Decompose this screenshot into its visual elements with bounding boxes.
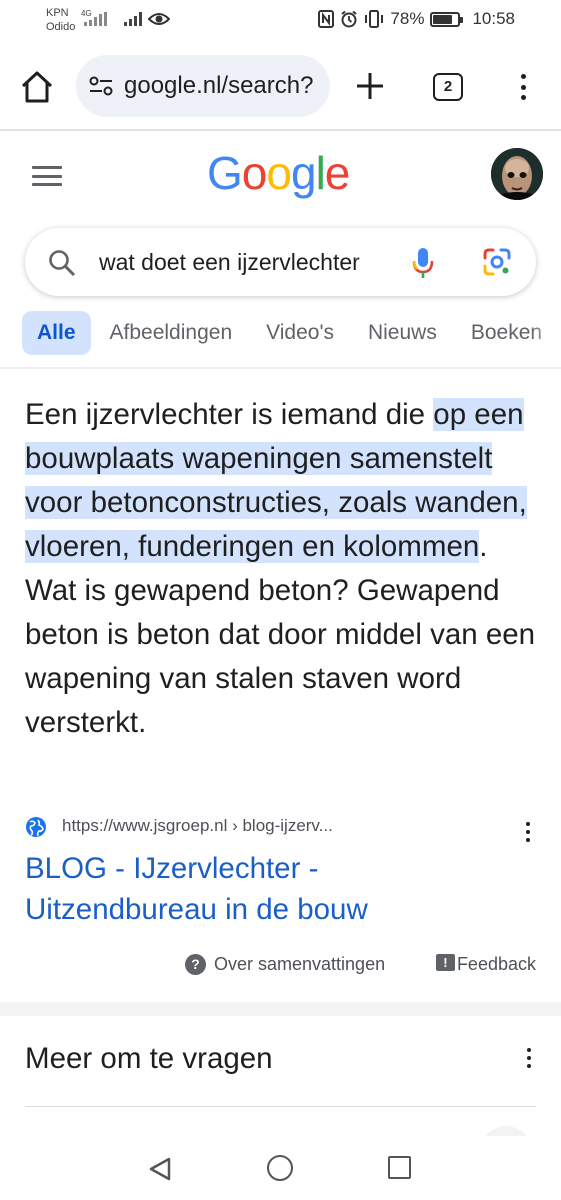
chips-divider [0,367,561,369]
feedback-button[interactable]: ! Feedback [435,954,536,975]
google-lens-icon[interactable] [482,247,512,277]
toolbar-divider [0,129,561,131]
filter-chip-alle[interactable]: Alle [22,311,91,355]
navigation-bar [0,1136,561,1200]
search-box[interactable]: wat doet een ijzervlechter [25,228,536,296]
hamburger-menu-icon[interactable] [32,166,62,186]
network-type-label: 4G [81,9,92,18]
people-also-ask-title: Meer om te vragen [25,1042,273,1075]
plus-icon[interactable] [354,70,386,102]
logo-letter: l [315,147,326,199]
avatar[interactable] [491,148,543,200]
filter-chip-afbeeldingen[interactable]: Afbeeldingen [95,311,248,355]
alarm-icon [341,10,358,28]
search-input[interactable]: wat doet een ijzervlechter [99,249,385,276]
logo-letter: g [290,147,317,199]
about-snippets-label: Over samenvattingen [214,954,386,974]
globe-icon [26,817,46,837]
carrier-2-label: Odido [46,21,76,33]
source-title-link[interactable]: BLOG - IJzervlechter - Uitzendbureau in … [25,848,445,930]
snippet-lead: Een ijzervlechter is iemand die [25,398,434,431]
logo-letter: G [207,147,243,199]
signal-icon [124,12,142,26]
browser-toolbar: google.nl/search? 2 [0,52,561,122]
nfc-icon [318,10,335,28]
avatar-image [491,148,543,200]
logo-letter: e [324,147,351,199]
help-icon: ? [185,954,206,975]
featured-snippet-text: Een ijzervlechter is iemand die op een b… [25,393,545,745]
eye-icon [148,13,170,25]
filter-chip-nieuws[interactable]: Nieuws [353,311,452,355]
url-text[interactable]: google.nl/search? [124,72,324,100]
status-right: 78% 10:58 [318,9,515,29]
microphone-icon[interactable] [411,246,435,280]
vibrate-icon [365,10,384,28]
feedback-row: ? Over samenvattingen ! Feedback [185,954,536,978]
logo-letter: o [241,147,268,199]
carrier-labels: KPN Odido [46,6,75,34]
filter-chips: Alle Afbeeldingen Video's Nieuws Boeken [22,311,561,355]
feedback-label: Feedback [456,954,536,974]
google-logo[interactable]: Google [207,146,351,200]
back-icon[interactable] [147,1156,173,1182]
logo-letter: o [266,147,292,199]
home-nav-icon[interactable] [267,1155,293,1181]
status-bar: KPN Odido 4G 78% 10:58 [0,0,561,44]
tune-icon[interactable] [88,75,114,97]
search-icon [49,250,76,277]
source-more-icon[interactable] [526,822,532,842]
clock: 10:58 [472,9,515,28]
feedback-icon: ! [435,954,455,971]
people-also-ask-more-icon[interactable] [527,1048,533,1068]
battery-icon [430,11,464,27]
source-url[interactable]: https://www.jsgroep.nl › blog-ijzerv... [62,816,333,836]
address-bar[interactable]: google.nl/search? [76,55,330,117]
home-icon[interactable] [18,68,56,106]
tabs-icon[interactable]: 2 [433,73,463,101]
chip-fade [531,311,561,355]
filter-chip-video-s[interactable]: Video's [251,311,349,355]
battery-percent: 78% [390,9,425,28]
carrier-1-label: KPN [46,7,69,19]
people-also-ask-divider [25,1106,536,1107]
overflow-menu-icon[interactable] [513,70,533,104]
signal-icon: 4G [81,9,107,26]
recents-icon[interactable] [388,1156,411,1179]
section-separator [0,1002,561,1016]
about-snippets-button[interactable]: ? Over samenvattingen [185,954,385,975]
